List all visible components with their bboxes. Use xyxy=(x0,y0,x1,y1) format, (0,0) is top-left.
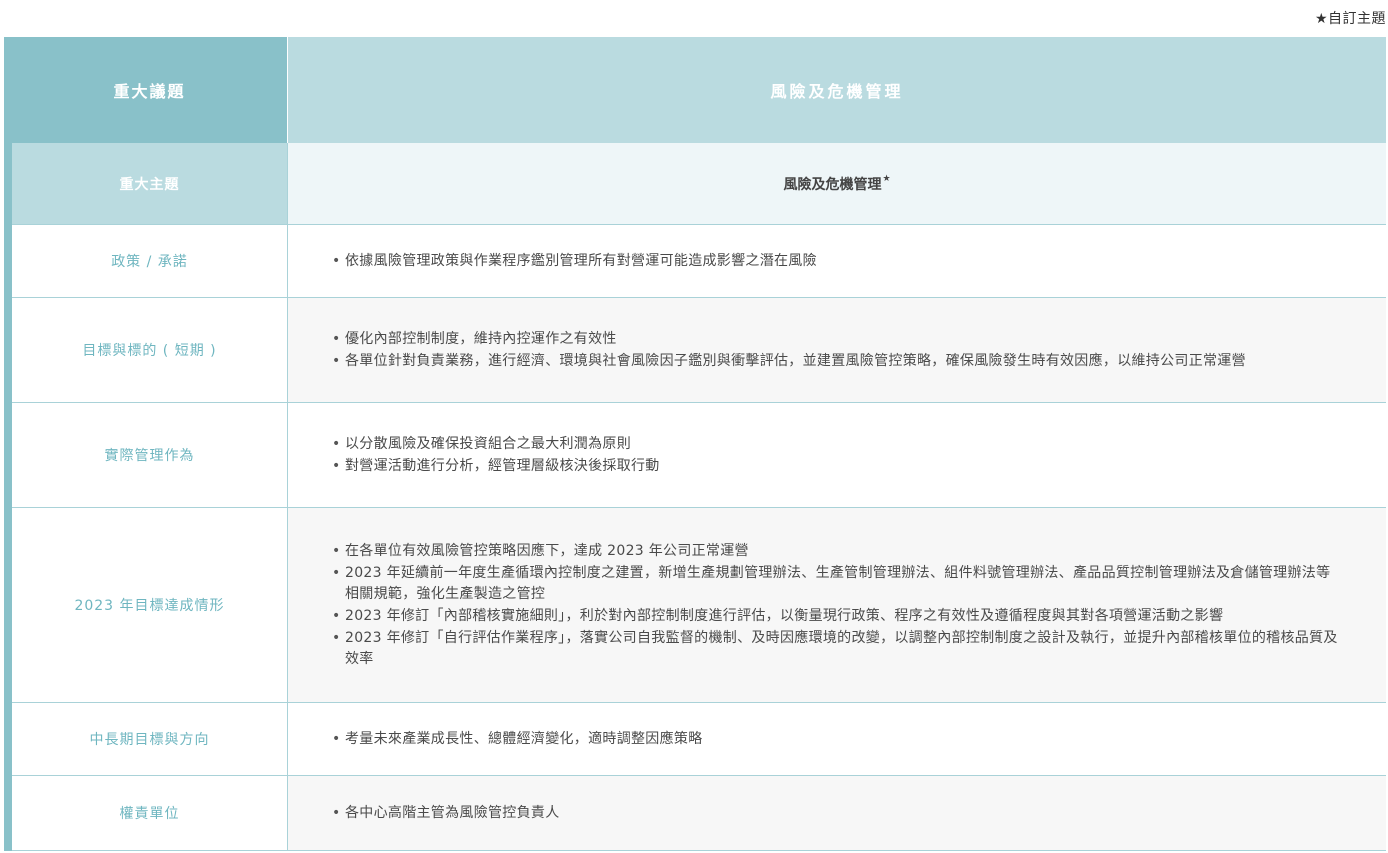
custom-topic-note: ★自訂主題 xyxy=(1314,11,1386,27)
list-item: 在各單位有效風險管控策略因應下，達成 2023 年公司正常運營 xyxy=(332,541,1342,562)
list-item: 各中心高階主管為風險管控負責人 xyxy=(332,803,1342,824)
row-label: 目標與標的 ( 短期 ) xyxy=(12,298,288,402)
star-icon: ★ xyxy=(882,173,891,184)
row-label: 權責單位 xyxy=(12,776,288,850)
table-subheader-row: 重大主題 風險及危機管理★ xyxy=(12,143,1386,225)
subheader-right-title: 風險及危機管理★ xyxy=(288,143,1386,224)
list-item: 各單位針對負責業務，進行經濟、環境與社會風險因子鑑別與衝擊評估，並建置風險管控策… xyxy=(332,351,1342,372)
row-content: 依據風險管理政策與作業程序鑑別管理所有對營運可能造成影響之潛在風險 xyxy=(288,225,1386,297)
list-item: 2023 年修訂「自行評估作業程序」，落實公司自我監督的機制、及時因應環境的改變… xyxy=(332,628,1342,670)
header-right-title: 風險及危機管理 xyxy=(288,37,1386,143)
row-content: 在各單位有效風險管控策略因應下，達成 2023 年公司正常運營 2023 年延續… xyxy=(288,508,1386,702)
header-left-label: 重大議題 xyxy=(12,37,288,143)
table-row-policy: 政策 / 承諾 依據風險管理政策與作業程序鑑別管理所有對營運可能造成影響之潛在風… xyxy=(12,225,1386,298)
table-row-long-term: 中長期目標與方向 考量未來產業成長性、總體經濟變化，適時調整因應策略 xyxy=(12,703,1386,776)
row-label: 2023 年目標達成情形 xyxy=(12,508,288,702)
list-item: 依據風險管理政策與作業程序鑑別管理所有對營運可能造成影響之潛在風險 xyxy=(332,251,1342,272)
subheader-left-label: 重大主題 xyxy=(12,143,288,224)
row-content: 以分散風險及確保投資組合之最大利潤為原則 對營運活動進行分析，經管理層級核決後採… xyxy=(288,403,1386,507)
list-item: 2023 年延續前一年度生產循環內控制度之建置，新增生產規劃管理辦法、生產管制管… xyxy=(332,563,1342,605)
material-issue-table: 重大議題 風險及危機管理 重大主題 風險及危機管理★ 政策 / 承諾 依據風險管… xyxy=(4,37,1386,851)
list-item: 2023 年修訂「內部稽核實施細則」，利於對內部控制制度進行評估，以衡量現行政策… xyxy=(332,606,1342,627)
table-header-row: 重大議題 風險及危機管理 xyxy=(12,37,1386,143)
table-row-2023-achievement: 2023 年目標達成情形 在各單位有效風險管控策略因應下，達成 2023 年公司… xyxy=(12,508,1386,703)
table-row-responsible-unit: 權責單位 各中心高階主管為風險管控負責人 xyxy=(12,776,1386,851)
row-label: 政策 / 承諾 xyxy=(12,225,288,297)
row-content: 各中心高階主管為風險管控負責人 xyxy=(288,776,1386,850)
table-row-short-term-goals: 目標與標的 ( 短期 ) 優化內部控制制度，維持內控運作之有效性 各單位針對負責… xyxy=(12,298,1386,403)
row-label: 實際管理作為 xyxy=(12,403,288,507)
row-label: 中長期目標與方向 xyxy=(12,703,288,775)
list-item: 優化內部控制制度，維持內控運作之有效性 xyxy=(332,329,1342,350)
list-item: 考量未來產業成長性、總體經濟變化，適時調整因應策略 xyxy=(332,729,1342,750)
list-item: 以分散風險及確保投資組合之最大利潤為原則 xyxy=(332,434,1342,455)
row-content: 考量未來產業成長性、總體經濟變化，適時調整因應策略 xyxy=(288,703,1386,775)
subheader-topic: 風險及危機管理 xyxy=(783,176,882,193)
row-content: 優化內部控制制度，維持內控運作之有效性 各單位針對負責業務，進行經濟、環境與社會… xyxy=(288,298,1386,402)
table-row-actions: 實際管理作為 以分散風險及確保投資組合之最大利潤為原則 對營運活動進行分析，經管… xyxy=(12,403,1386,508)
list-item: 對營運活動進行分析，經管理層級核決後採取行動 xyxy=(332,456,1342,477)
